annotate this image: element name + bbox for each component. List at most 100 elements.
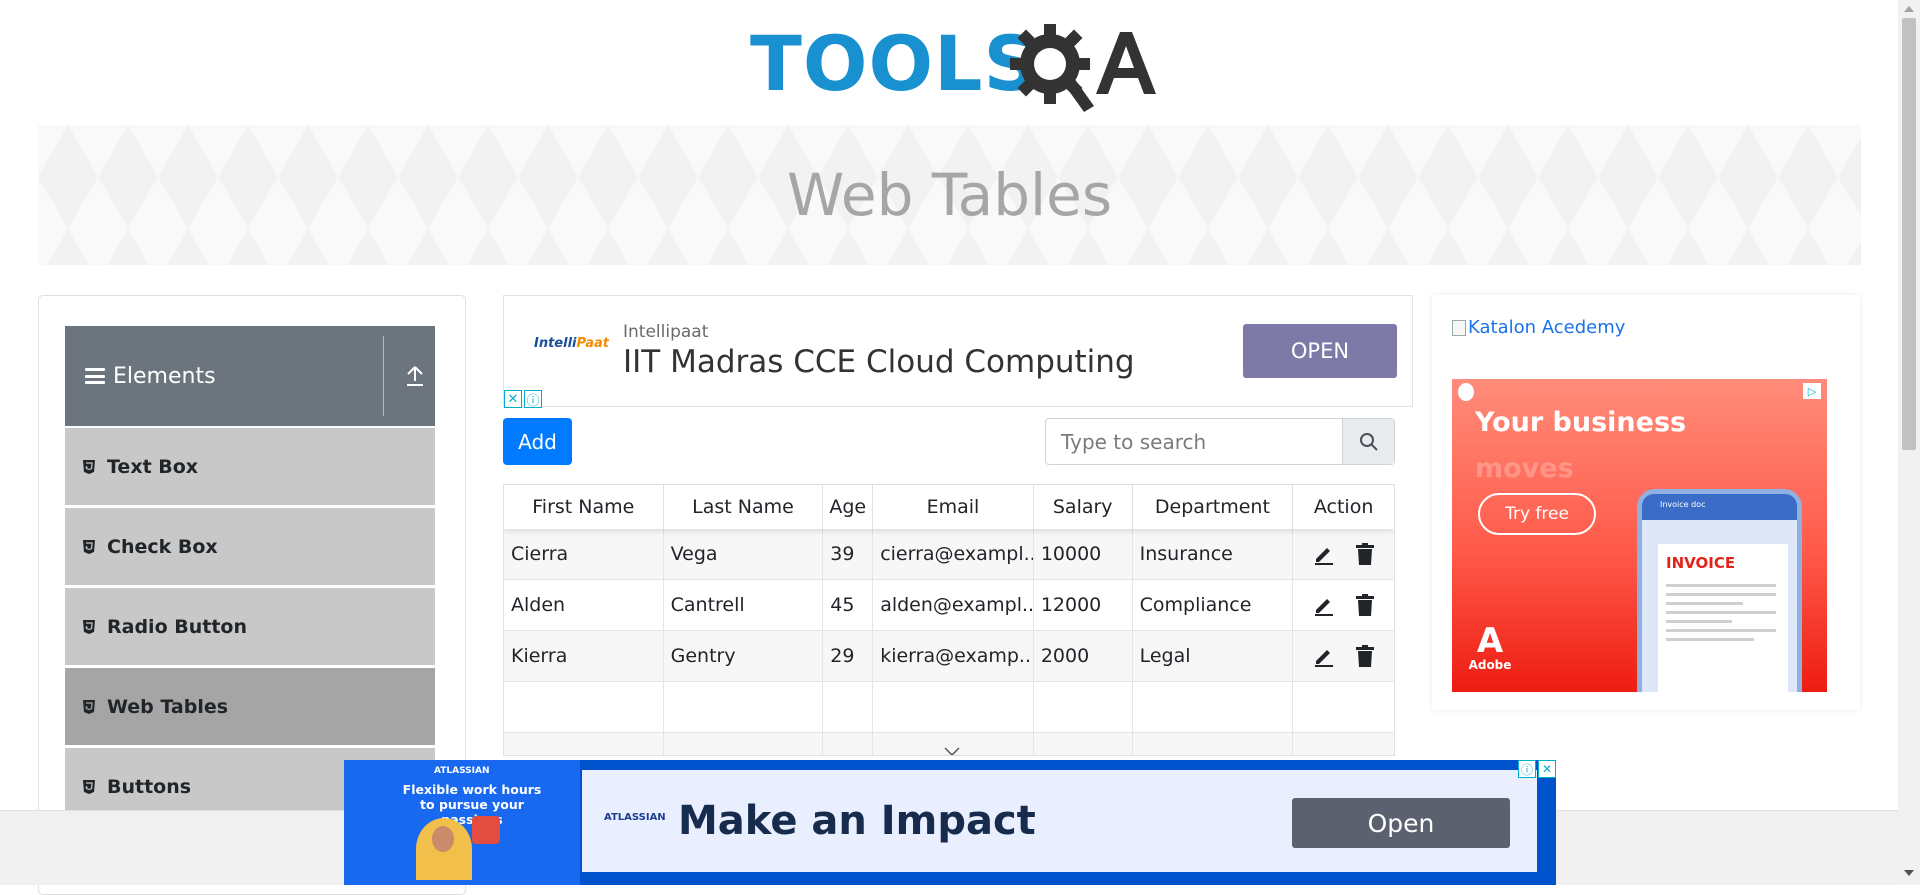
sidebar-item-label: Buttons	[107, 775, 192, 798]
html5-icon	[83, 459, 95, 474]
table-row: Kierra Gentry 29 kierra@examp... 2000 Le…	[504, 631, 1394, 682]
add-button[interactable]: Add	[503, 418, 572, 465]
cell-first-name: Cierra	[504, 529, 664, 579]
sidebar-item-label: Check Box	[107, 535, 218, 558]
html5-icon	[83, 779, 95, 794]
html5-icon	[83, 619, 95, 634]
person-face	[432, 826, 454, 852]
header-divider	[383, 336, 384, 416]
close-icon[interactable]: ✕	[504, 390, 522, 408]
ad-advertiser: Intellipaat	[623, 322, 709, 342]
table-header: First Name Last Name Age Email Salary De…	[504, 485, 1394, 529]
cell-action	[1293, 580, 1394, 630]
adobe-headline: Your business	[1475, 407, 1687, 438]
edit-icon[interactable]	[1313, 645, 1335, 667]
katalon-ad-link[interactable]: Katalon Acedemy	[1452, 317, 1625, 338]
cell-department: Compliance	[1133, 580, 1294, 630]
delete-icon[interactable]	[1355, 543, 1375, 565]
cell-email: cierra@exampl...	[873, 529, 1034, 579]
phone-mockup: Invoice doc INVOICE	[1637, 489, 1802, 692]
adobe-brand-text: Adobe	[1468, 658, 1512, 672]
bottom-ad-open-button[interactable]: Open	[1292, 798, 1510, 848]
creative-brand: ATLASSIAN	[434, 766, 490, 776]
ad-choices-icon[interactable]: ▷	[1803, 383, 1821, 399]
ad-open-button[interactable]: OPEN	[1243, 324, 1397, 378]
scroll-down-arrow-icon[interactable]	[1904, 870, 1914, 876]
delete-icon[interactable]	[1355, 594, 1375, 616]
phone-title: Invoice doc	[1642, 494, 1797, 520]
toolsqa-logo[interactable]: TOOLS	[750, 18, 1156, 114]
table-row: Alden Cantrell 45 alden@exampl... 12000 …	[504, 580, 1394, 631]
table-row-empty	[504, 682, 1394, 733]
cell-age: 29	[823, 631, 874, 681]
adobe-headline-faded: moves	[1475, 453, 1574, 484]
delete-icon[interactable]	[1355, 645, 1375, 667]
invoice-doc: INVOICE	[1658, 544, 1788, 692]
ad-choices: ✕ ⓘ	[504, 390, 544, 409]
sidebar-item-text-box[interactable]: Text Box	[65, 428, 435, 506]
atlassian-creative: ATLASSIAN Flexible work hours to pursue …	[344, 760, 580, 885]
elements-group-header[interactable]: Elements	[65, 326, 435, 426]
cell-first-name: Kierra	[504, 631, 664, 681]
cell-last-name: Vega	[664, 529, 824, 579]
logo-text: TOOLS	[750, 19, 1040, 108]
cell-age: 39	[823, 529, 874, 579]
group-title: Elements	[113, 363, 216, 389]
cell-first-name: Alden	[504, 580, 664, 630]
search-input[interactable]	[1046, 419, 1342, 464]
adobe-ad[interactable]: ▷ Your business moves Try free Invoice d…	[1452, 379, 1827, 692]
broken-image-icon	[1452, 319, 1466, 336]
try-free-button[interactable]: Try free	[1478, 493, 1596, 535]
vertical-scrollbar[interactable]	[1898, 0, 1920, 885]
cell-action	[1293, 529, 1394, 579]
top-ad-banner[interactable]: IntelliPaat Intellipaat IIT Madras CCE C…	[503, 295, 1413, 409]
cell-age: 45	[823, 580, 874, 630]
cell-salary: 12000	[1034, 580, 1133, 630]
web-table: First Name Last Name Age Email Salary De…	[503, 484, 1395, 756]
edit-icon[interactable]	[1313, 543, 1335, 565]
collapse-upload-icon[interactable]	[405, 364, 425, 388]
sidebar-item-radio-button[interactable]: Radio Button	[65, 588, 435, 666]
edit-icon[interactable]	[1313, 594, 1335, 616]
bottom-ad-headline: Make an Impact	[678, 798, 1036, 844]
column-header-department[interactable]: Department	[1133, 485, 1294, 529]
ad-headline: IIT Madras CCE Cloud Computing	[623, 344, 1135, 380]
search-icon	[1359, 432, 1378, 451]
shield-icon	[1458, 383, 1474, 401]
bottom-ad-controls: ⓘ ✕	[1516, 760, 1556, 778]
scroll-up-arrow-icon[interactable]	[1904, 6, 1914, 12]
sidebar-item-web-tables[interactable]: Web Tables	[65, 668, 435, 746]
search-button[interactable]	[1342, 419, 1394, 464]
sidebar-item-label: Text Box	[107, 455, 199, 478]
scrollbar-thumb[interactable]	[1902, 18, 1916, 450]
cell-department: Legal	[1133, 631, 1294, 681]
table-row: Cierra Vega 39 cierra@exampl... 10000 In…	[504, 529, 1394, 580]
column-header-salary[interactable]: Salary	[1034, 485, 1133, 529]
cell-last-name: Gentry	[664, 631, 824, 681]
cell-department: Insurance	[1133, 529, 1294, 579]
cell-email: kierra@examp...	[873, 631, 1034, 681]
sidebar-item-check-box[interactable]: Check Box	[65, 508, 435, 586]
chevron-down-icon	[944, 747, 960, 755]
close-icon[interactable]: ✕	[1538, 760, 1556, 778]
column-header-last-name[interactable]: Last Name	[664, 485, 824, 529]
search-box	[1045, 418, 1395, 465]
html5-icon	[83, 699, 95, 714]
hamburger-icon	[85, 368, 105, 384]
column-header-first-name[interactable]: First Name	[504, 485, 664, 529]
page-banner: Web Tables	[38, 125, 1861, 265]
sidebar-item-label: Web Tables	[107, 695, 229, 718]
bottom-ad-banner[interactable]: ATLASSIAN Flexible work hours to pursue …	[344, 760, 1556, 885]
katalon-alt-text: Katalon Acedemy	[1468, 317, 1626, 338]
column-header-age[interactable]: Age	[823, 485, 874, 529]
info-icon[interactable]: ⓘ	[1518, 760, 1536, 778]
gear-logo-icon	[1010, 24, 1156, 112]
cell-action	[1293, 631, 1394, 681]
cell-salary: 10000	[1034, 529, 1133, 579]
column-header-action: Action	[1313, 496, 1374, 518]
column-header-email[interactable]: Email	[873, 485, 1034, 529]
page-title: Web Tables	[786, 161, 1113, 229]
info-icon[interactable]: ⓘ	[524, 390, 542, 409]
adobe-logo: A Adobe	[1468, 624, 1512, 672]
header: TOOLS	[0, 0, 1898, 120]
